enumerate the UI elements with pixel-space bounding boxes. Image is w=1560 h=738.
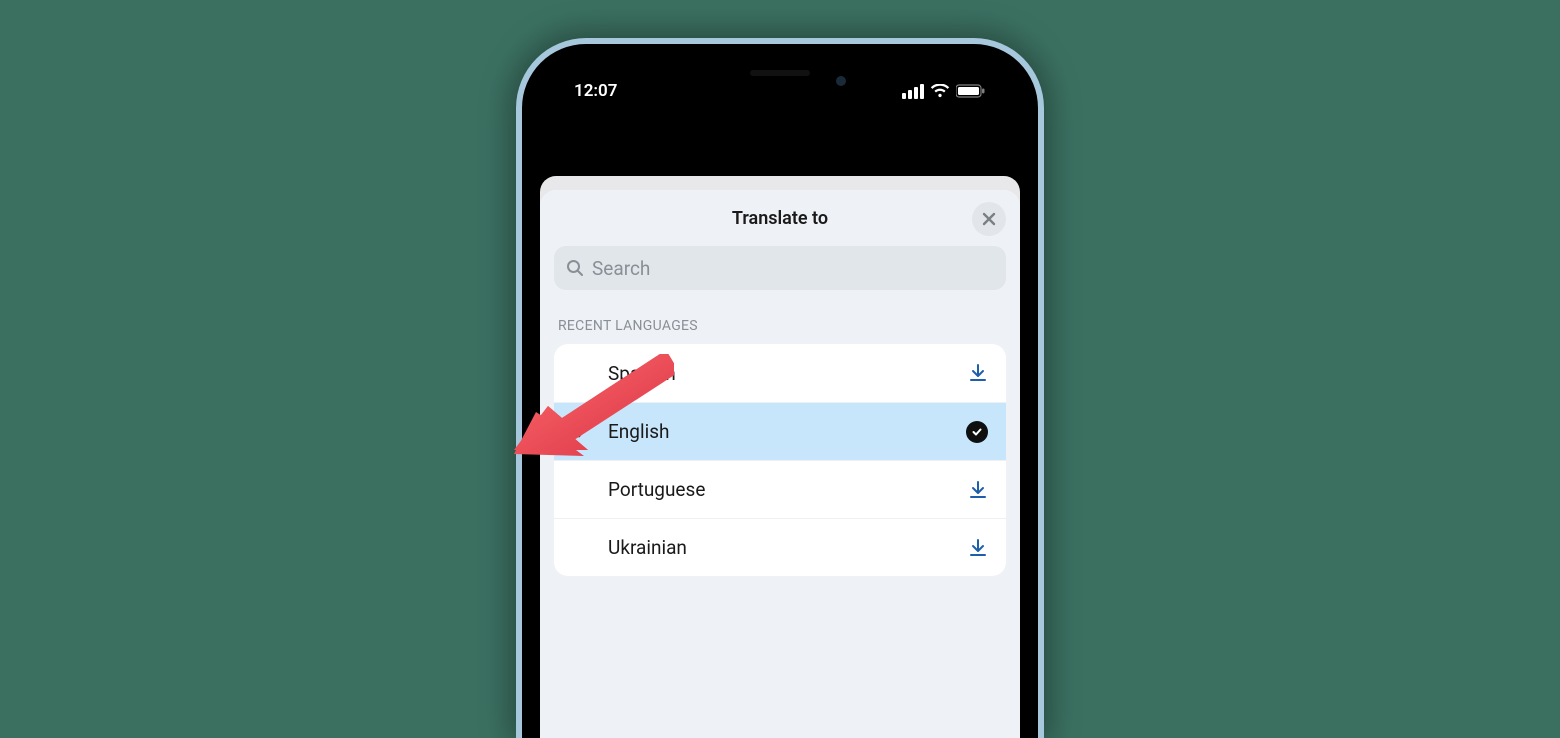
- wifi-icon: [930, 84, 950, 98]
- phone-frame: 12:07 Translate to: [516, 38, 1044, 738]
- language-label: Portuguese: [608, 478, 954, 501]
- language-row-english[interactable]: English: [554, 402, 1006, 460]
- notch: [690, 62, 870, 94]
- translate-sheet: Translate to Search RECENT LANGUAGES: [540, 190, 1020, 738]
- battery-icon: [956, 84, 986, 98]
- close-icon: [982, 212, 996, 226]
- download-icon[interactable]: [954, 480, 988, 500]
- cellular-icon: [902, 84, 924, 99]
- phone-frame-inner: 12:07 Translate to: [522, 44, 1038, 738]
- language-row-spanish[interactable]: Spanish: [554, 344, 1006, 402]
- language-label: Spanish: [608, 362, 954, 385]
- language-row-ukrainian[interactable]: Ukrainian: [554, 518, 1006, 576]
- downloaded-badge: [954, 421, 988, 443]
- search-placeholder: Search: [592, 257, 650, 280]
- language-label: English: [608, 420, 954, 443]
- check-icon: [572, 423, 608, 441]
- download-icon[interactable]: [954, 538, 988, 558]
- language-label: Ukrainian: [608, 536, 954, 559]
- close-button[interactable]: [972, 202, 1006, 236]
- language-row-portuguese[interactable]: Portuguese: [554, 460, 1006, 518]
- sheet-header: Translate to: [540, 190, 1020, 246]
- section-label-recent: RECENT LANGUAGES: [540, 290, 1020, 344]
- search-icon: [566, 259, 584, 277]
- search-input[interactable]: Search: [554, 246, 1006, 290]
- status-time: 12:07: [574, 81, 617, 101]
- sheet-title: Translate to: [732, 208, 828, 229]
- language-list: Spanish English: [554, 344, 1006, 576]
- status-indicators: [902, 84, 986, 99]
- download-icon[interactable]: [954, 363, 988, 383]
- phone-screen: 12:07 Translate to: [540, 62, 1020, 738]
